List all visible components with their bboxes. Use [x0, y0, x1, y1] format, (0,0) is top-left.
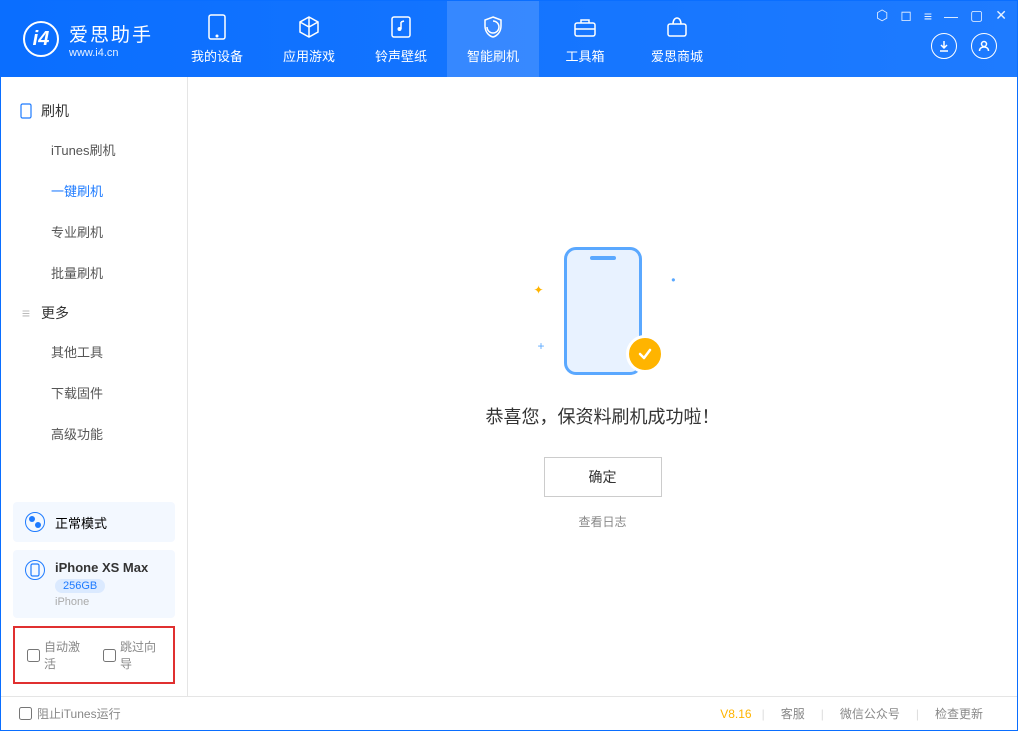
group-label: 更多 — [41, 303, 69, 323]
group-label: 刷机 — [41, 101, 69, 121]
nav-label: 应用游戏 — [283, 46, 335, 65]
device-card[interactable]: iPhone XS Max 256GB iPhone — [13, 550, 175, 618]
nav-shop[interactable]: 爱思商城 — [631, 1, 723, 77]
device-info: iPhone XS Max 256GB iPhone — [55, 560, 148, 608]
menu-icon[interactable]: ≡ — [924, 8, 932, 24]
nav-smart-flash[interactable]: 智能刷机 — [447, 1, 539, 77]
checkbox-block-itunes[interactable]: 阻止iTunes运行 — [19, 705, 121, 722]
success-illustration: ✦ • + — [528, 243, 678, 383]
maximize-icon[interactable]: ▢ — [970, 7, 983, 24]
sidebar-scroll: 刷机 iTunes刷机 一键刷机 专业刷机 批量刷机 ≡ 更多 其他工具 下载固… — [1, 77, 187, 492]
mode-card[interactable]: 正常模式 — [13, 502, 175, 542]
body: 刷机 iTunes刷机 一键刷机 专业刷机 批量刷机 ≡ 更多 其他工具 下载固… — [1, 77, 1017, 696]
nav-my-device[interactable]: 我的设备 — [171, 1, 263, 77]
nav-ringtones[interactable]: 铃声壁纸 — [355, 1, 447, 77]
checkbox-label: 自动激活 — [44, 638, 85, 672]
close-icon[interactable]: ✕ — [995, 7, 1007, 24]
nav-toolbox[interactable]: 工具箱 — [539, 1, 631, 77]
check-badge-icon — [626, 335, 664, 373]
sparkle-icon: • — [671, 273, 675, 287]
window-controls: ⬡ ◻ ≡ — ▢ ✕ — [876, 7, 1007, 24]
header-actions — [931, 33, 997, 59]
list-icon: ≡ — [19, 306, 33, 320]
device-capacity: 256GB — [55, 579, 105, 593]
mode-label: 正常模式 — [55, 513, 107, 532]
sparkle-icon: + — [538, 339, 545, 353]
device-icon — [204, 14, 230, 40]
sidebar-group-more: ≡ 更多 — [1, 293, 187, 331]
footer: 阻止iTunes运行 V8.16 | 客服 | 微信公众号 | 检查更新 — [1, 696, 1017, 730]
sidebar-item-oneclick-flash[interactable]: 一键刷机 — [1, 170, 187, 211]
shirt-icon[interactable]: ⬡ — [876, 7, 888, 24]
logo-area: i4 爱思助手 www.i4.cn — [1, 20, 171, 59]
app-header: i4 爱思助手 www.i4.cn 我的设备 应用游戏 铃声壁纸 智能刷机 工具… — [1, 1, 1017, 77]
app-subtitle: www.i4.cn — [69, 47, 153, 59]
sidebar-item-download-firmware[interactable]: 下载固件 — [1, 372, 187, 413]
success-message: 恭喜您，保资料刷机成功啦！ — [486, 403, 720, 429]
logo-text: 爱思助手 www.i4.cn — [69, 20, 153, 59]
music-icon — [388, 14, 414, 40]
logo-icon: i4 — [23, 21, 59, 57]
app-title: 爱思助手 — [69, 20, 153, 47]
nav-label: 铃声壁纸 — [375, 46, 427, 65]
sidebar-group-flash: 刷机 — [1, 91, 187, 129]
device-name: iPhone XS Max — [55, 560, 148, 575]
nav-label: 工具箱 — [566, 46, 605, 65]
cube-icon — [296, 14, 322, 40]
device-type: iPhone — [55, 596, 148, 608]
nav-label: 爱思商城 — [651, 46, 703, 65]
footer-link-wechat[interactable]: 微信公众号 — [824, 705, 916, 722]
user-icon[interactable] — [971, 33, 997, 59]
footer-link-update[interactable]: 检查更新 — [919, 705, 999, 722]
sidebar-item-other-tools[interactable]: 其他工具 — [1, 331, 187, 372]
nav-label: 智能刷机 — [467, 46, 519, 65]
sidebar-item-itunes-flash[interactable]: iTunes刷机 — [1, 129, 187, 170]
top-nav: 我的设备 应用游戏 铃声壁纸 智能刷机 工具箱 爱思商城 — [171, 1, 723, 77]
sidebar-item-batch-flash[interactable]: 批量刷机 — [1, 252, 187, 293]
sidebar-item-advanced[interactable]: 高级功能 — [1, 413, 187, 454]
checkbox-input[interactable] — [103, 649, 116, 662]
checkbox-input[interactable] — [27, 649, 40, 662]
toolbox-icon — [572, 14, 598, 40]
device-small-icon — [25, 560, 45, 580]
feedback-icon[interactable]: ◻ — [900, 7, 912, 24]
checkbox-label: 跳过向导 — [120, 638, 161, 672]
minimize-icon[interactable]: — — [944, 8, 958, 24]
sparkle-icon: ✦ — [534, 283, 544, 297]
nav-apps-games[interactable]: 应用游戏 — [263, 1, 355, 77]
checkbox-auto-activate[interactable]: 自动激活 — [27, 638, 85, 672]
version-label: V8.16 — [720, 707, 751, 721]
checkbox-label: 阻止iTunes运行 — [37, 705, 121, 722]
sidebar: 刷机 iTunes刷机 一键刷机 专业刷机 批量刷机 ≡ 更多 其他工具 下载固… — [1, 77, 188, 696]
shop-icon — [664, 14, 690, 40]
sidebar-item-pro-flash[interactable]: 专业刷机 — [1, 211, 187, 252]
highlighted-checkbox-row: 自动激活 跳过向导 — [13, 626, 175, 684]
mode-icon — [25, 512, 45, 532]
phone-icon — [19, 104, 33, 118]
ok-button[interactable]: 确定 — [544, 457, 662, 497]
main-content: ✦ • + 恭喜您，保资料刷机成功啦！ 确定 查看日志 — [188, 77, 1017, 696]
download-icon[interactable] — [931, 33, 957, 59]
sidebar-bottom: 正常模式 iPhone XS Max 256GB iPhone 自动激活 跳过向… — [1, 492, 187, 696]
checkbox-input[interactable] — [19, 707, 32, 720]
shield-icon — [480, 14, 506, 40]
checkbox-skip-guide[interactable]: 跳过向导 — [103, 638, 161, 672]
footer-link-support[interactable]: 客服 — [765, 705, 821, 722]
view-log-link[interactable]: 查看日志 — [578, 513, 626, 530]
nav-label: 我的设备 — [191, 46, 243, 65]
